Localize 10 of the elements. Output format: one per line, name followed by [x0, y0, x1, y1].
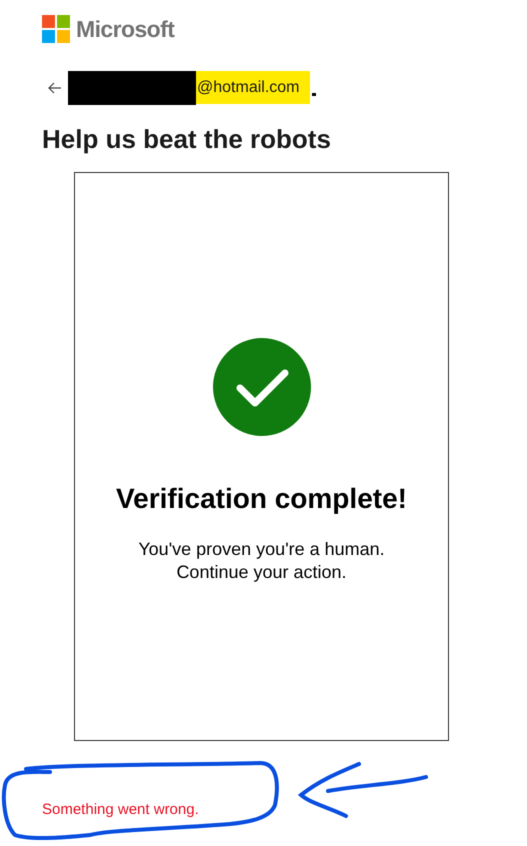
check-circle-icon — [212, 338, 310, 436]
verification-heading: Verification complete! — [116, 482, 407, 516]
logo-icon — [42, 15, 70, 44]
error-message: Something went wrong. — [41, 800, 200, 820]
brand-name: Microsoft — [76, 15, 174, 44]
email-text: @hotmail.com — [196, 71, 310, 104]
page-title: Help us beat the robots — [41, 122, 332, 154]
verification-message: You've proven you're a human. — [138, 538, 385, 560]
back-arrow-icon — [48, 82, 62, 94]
verification-message: Continue your action. — [176, 560, 347, 584]
